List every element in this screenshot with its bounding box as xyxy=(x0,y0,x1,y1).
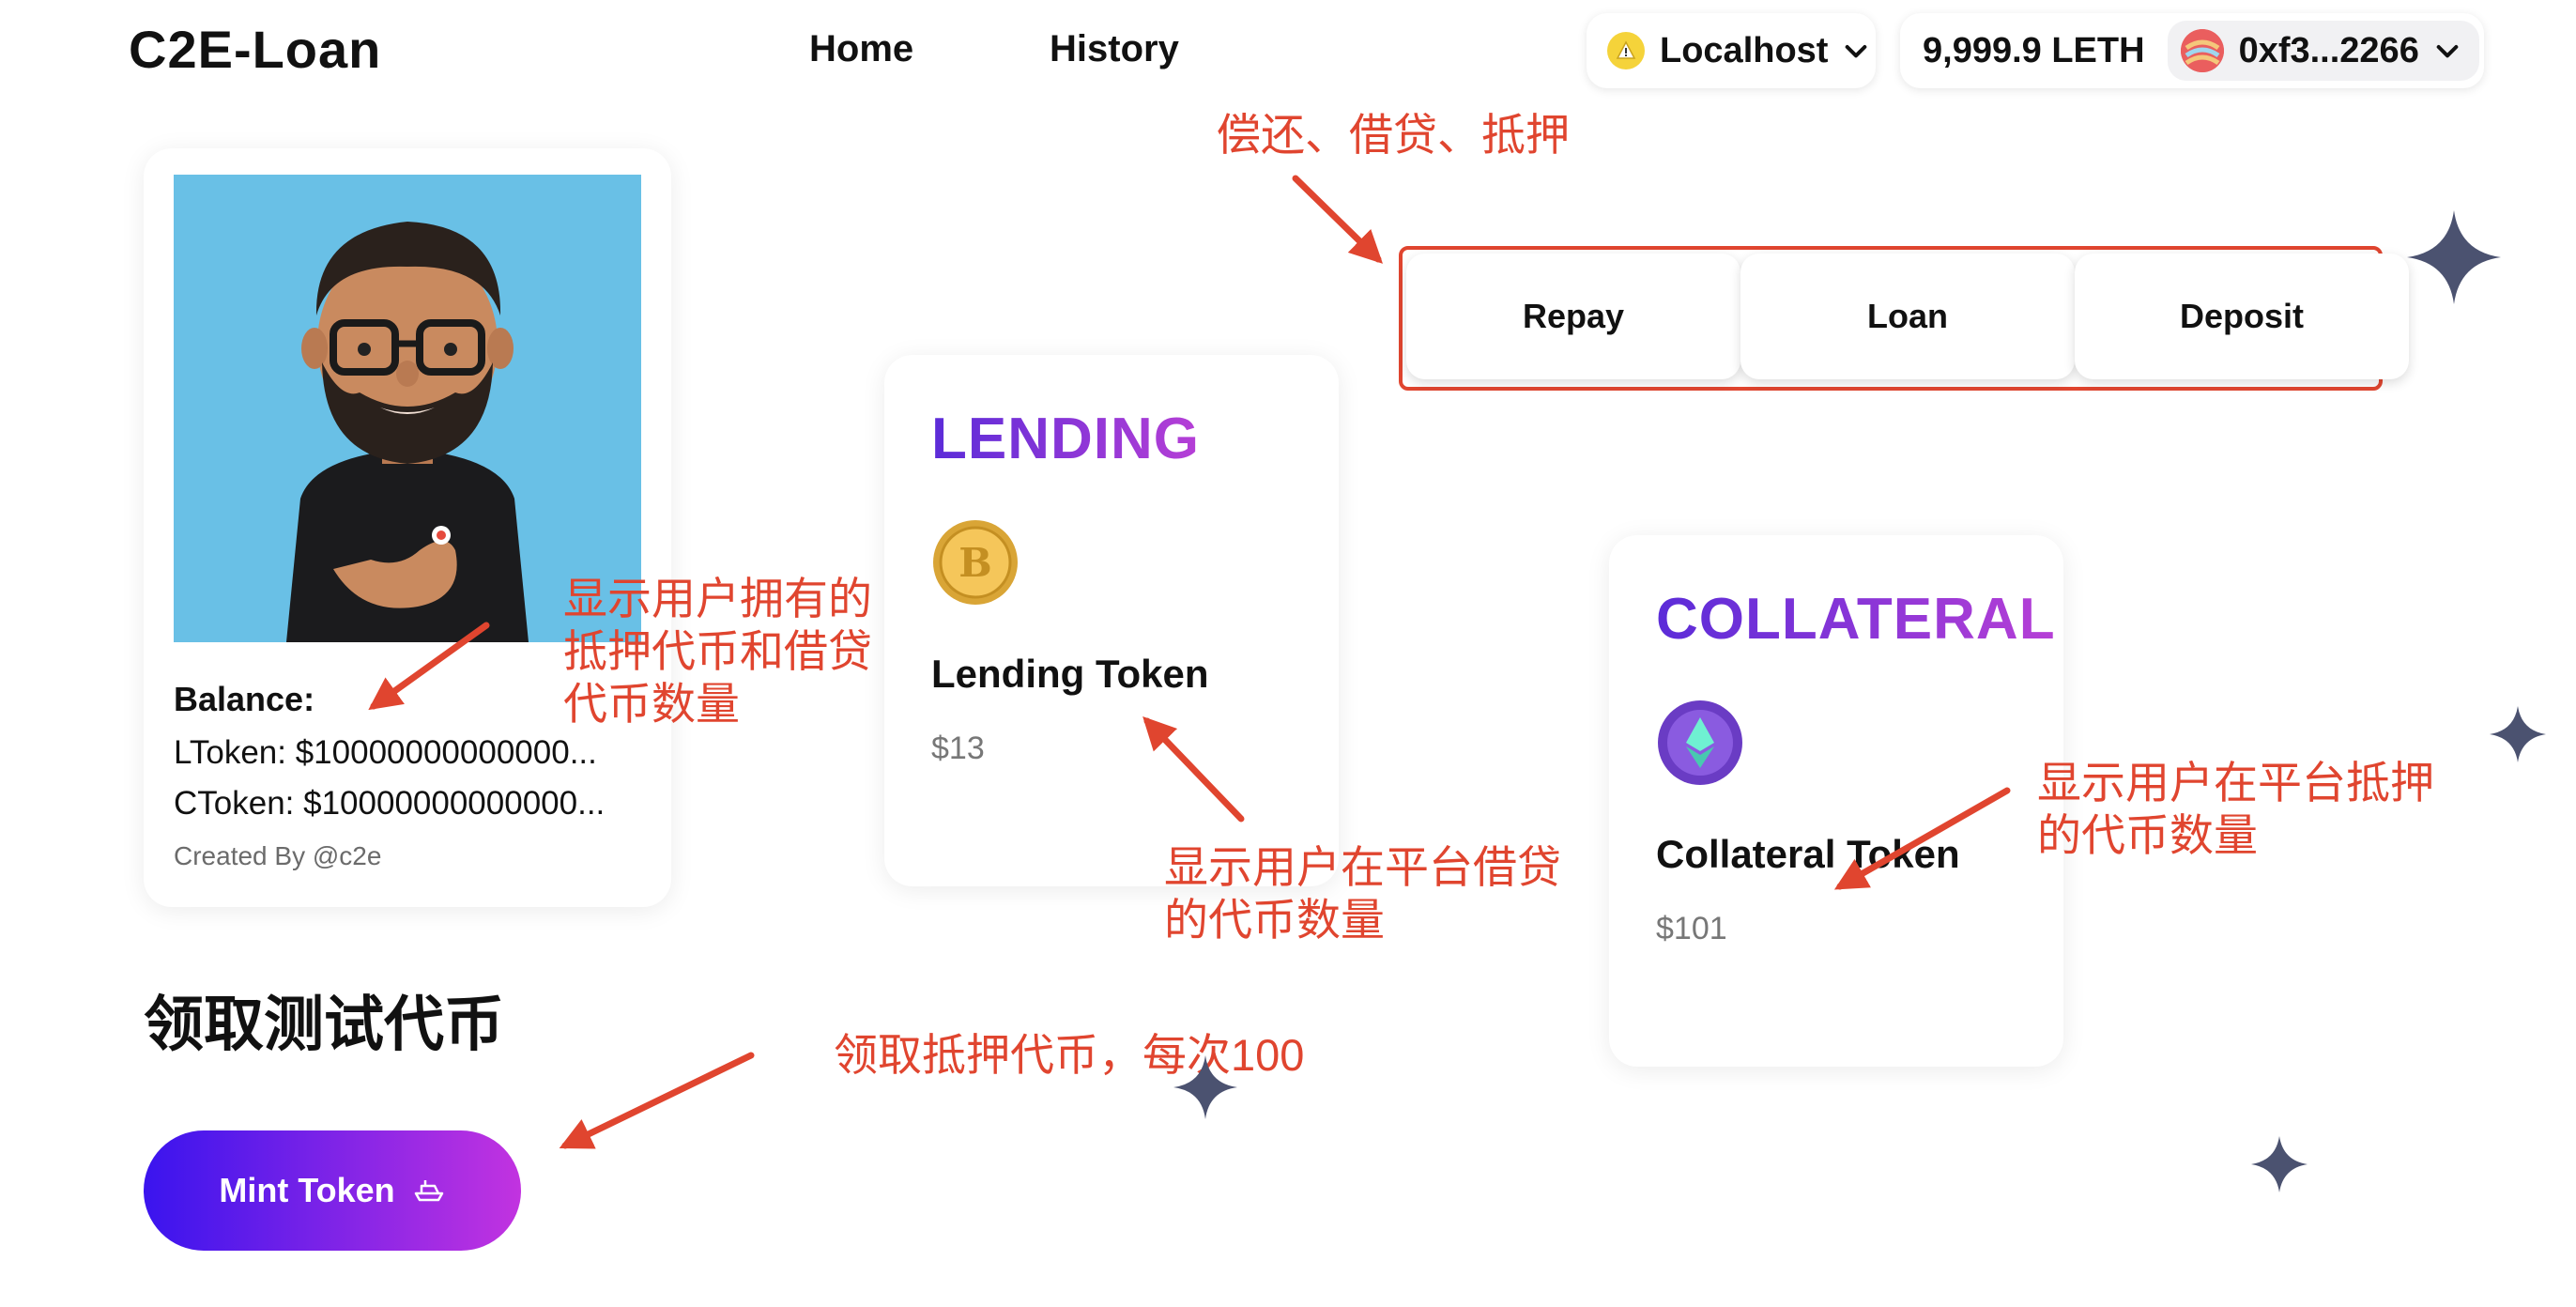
sparkle-icon xyxy=(2251,1136,2308,1192)
arrow-collateral xyxy=(1833,787,2011,890)
arrow-lending xyxy=(1142,715,1245,823)
arrow-mint xyxy=(559,1052,755,1149)
sparkle-icon xyxy=(1173,1055,1237,1119)
sparkle-icon xyxy=(2490,706,2546,762)
annotation-layer xyxy=(368,175,2546,1192)
sparkle-icon xyxy=(2407,210,2501,304)
arrow-actions xyxy=(1292,175,1384,264)
arrow-profile xyxy=(368,622,490,711)
